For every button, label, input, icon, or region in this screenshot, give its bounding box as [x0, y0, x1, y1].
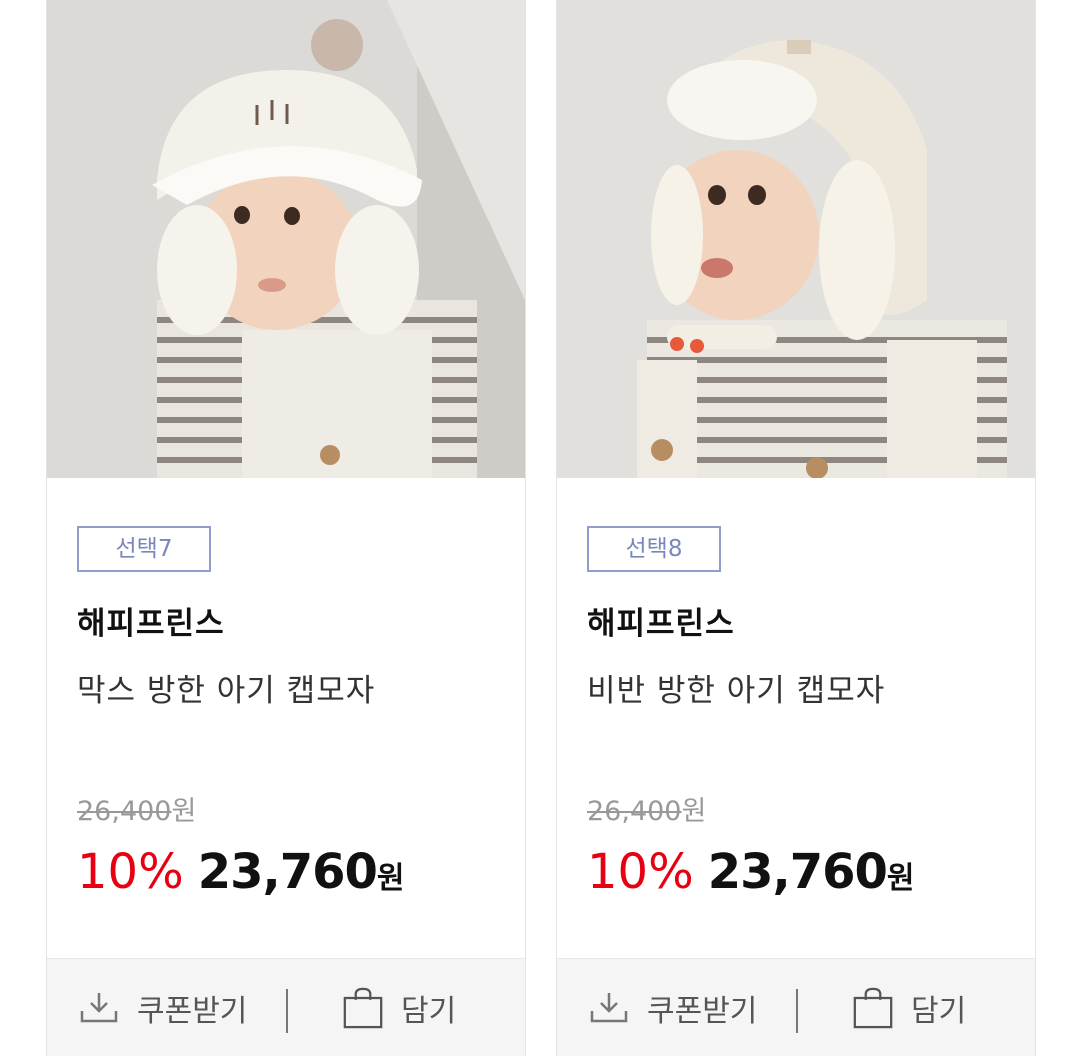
option-badge: 선택8: [587, 526, 721, 572]
sale-price-value: 23,760: [197, 844, 378, 900]
product-card[interactable]: 선택8 해피프린스 비반 방한 아기 캡모자 26,400원 10% 23,760…: [556, 0, 1036, 1056]
coupon-label: 쿠폰받기: [137, 994, 248, 1029]
product-image[interactable]: [47, 0, 525, 478]
sale-price: 10% 23,760원: [587, 844, 915, 900]
brand-name[interactable]: 해피프린스: [587, 598, 1015, 643]
shopping-bag-icon: [343, 985, 383, 1031]
original-price-currency: 원: [171, 796, 197, 827]
card-actions: 쿠폰받기 담기: [47, 958, 525, 1056]
product-photo: [47, 0, 525, 478]
product-card[interactable]: 선택7 해피프린스 막스 방한 아기 캡모자 26,400원 10% 23,760…: [46, 0, 526, 1056]
original-price-value: 26,400: [77, 796, 172, 827]
sale-price-currency: 원: [886, 861, 915, 896]
download-icon: [79, 985, 119, 1031]
sale-price-currency: 원: [376, 861, 405, 896]
cart-label: 담기: [911, 994, 967, 1029]
product-name[interactable]: 막스 방한 아기 캡모자: [77, 665, 505, 710]
action-divider: [286, 989, 288, 1033]
product-photo: [557, 0, 1035, 478]
discount-rate: 10%: [587, 844, 694, 900]
coupon-label: 쿠폰받기: [647, 994, 758, 1029]
download-icon: [589, 985, 629, 1031]
cart-label: 담기: [401, 994, 457, 1029]
product-info: 선택7 해피프린스 막스 방한 아기 캡모자 26,400원 10% 23,760…: [77, 526, 505, 900]
sale-price: 10% 23,760원: [77, 844, 405, 900]
coupon-button[interactable]: 쿠폰받기: [589, 959, 757, 1057]
action-divider: [796, 989, 798, 1033]
coupon-button[interactable]: 쿠폰받기: [79, 959, 247, 1057]
original-price: 26,400원: [77, 789, 196, 828]
original-price-value: 26,400: [587, 796, 682, 827]
add-to-cart-button[interactable]: 담기: [853, 959, 966, 1057]
option-badge: 선택7: [77, 526, 211, 572]
add-to-cart-button[interactable]: 담기: [343, 959, 456, 1057]
sale-price-value: 23,760: [707, 844, 888, 900]
card-actions: 쿠폰받기 담기: [557, 958, 1035, 1056]
product-info: 선택8 해피프린스 비반 방한 아기 캡모자 26,400원 10% 23,760…: [587, 526, 1015, 900]
product-grid: 선택7 해피프린스 막스 방한 아기 캡모자 26,400원 10% 23,760…: [0, 0, 1080, 1056]
original-price-currency: 원: [681, 796, 707, 827]
product-name[interactable]: 비반 방한 아기 캡모자: [587, 665, 1015, 710]
original-price: 26,400원: [587, 789, 706, 828]
product-image[interactable]: [557, 0, 1035, 478]
discount-rate: 10%: [77, 844, 184, 900]
brand-name[interactable]: 해피프린스: [77, 598, 505, 643]
shopping-bag-icon: [853, 985, 893, 1031]
